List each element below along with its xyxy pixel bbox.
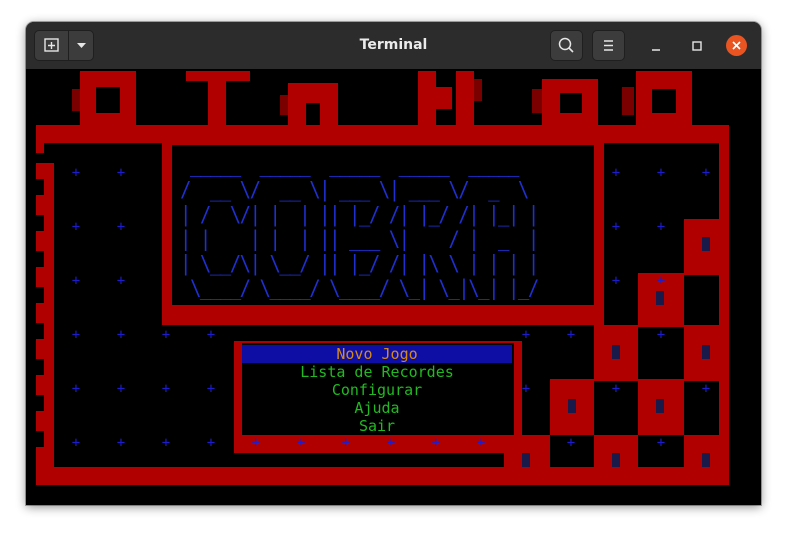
title-bar: Terminal [26, 22, 761, 70]
grid-plus-marker: + [701, 165, 711, 181]
maximize-icon [692, 41, 702, 51]
minimize-icon [652, 49, 660, 51]
menu-button[interactable] [592, 30, 625, 61]
terminal-window: Terminal _____ _____ _____ _____ _____ /… [26, 22, 761, 505]
maximize-button[interactable] [687, 36, 707, 56]
grid-plus-marker: + [701, 381, 711, 397]
menu-item-configurar[interactable]: Configurar [242, 381, 512, 399]
menu-item-sair[interactable]: Sair [242, 417, 512, 435]
grid-plus-marker: + [296, 435, 306, 451]
grid-plus-marker: + [656, 219, 666, 235]
grid-plus-marker: + [161, 381, 171, 397]
grid-plus-marker: + [566, 435, 576, 451]
grid-plus-marker: + [566, 327, 576, 343]
grid-plus-marker: + [116, 219, 126, 235]
grid-plus-marker: + [71, 381, 81, 397]
grid-plus-marker: + [521, 327, 531, 343]
grid-plus-marker: + [116, 327, 126, 343]
terminal-area[interactable]: _____ _____ _____ _____ _____ / __ \/ __… [26, 69, 761, 505]
grid-plus-marker: + [431, 435, 441, 451]
menu-item-ajuda[interactable]: Ajuda [242, 399, 512, 417]
search-button[interactable] [550, 30, 583, 61]
grid-plus-marker: + [71, 273, 81, 289]
menu-item-novo-jogo[interactable]: Novo Jogo [242, 345, 512, 363]
grid-plus-marker: + [71, 435, 81, 451]
grid-plus-marker: + [71, 219, 81, 235]
grid-plus-marker: + [611, 273, 621, 289]
frame-right [719, 125, 729, 485]
grid-plus-marker: + [656, 273, 666, 289]
grid-plus-marker: + [206, 435, 216, 451]
grid-plus-marker: + [611, 165, 621, 181]
grid-plus-marker: + [251, 435, 261, 451]
grid-plus-marker: + [656, 327, 666, 343]
logo-panel: _____ _____ _____ _____ _____ / __ \/ __… [172, 145, 594, 305]
grid-plus-marker: + [386, 435, 396, 451]
grid-plus-marker: + [116, 381, 126, 397]
grid-plus-marker: + [611, 381, 621, 397]
grid-plus-marker: + [521, 381, 531, 397]
grid-plus-marker: + [116, 273, 126, 289]
grid-plus-marker: + [476, 435, 486, 451]
search-icon [558, 37, 574, 53]
grid-plus-marker: + [611, 219, 621, 235]
grid-plus-marker: + [161, 327, 171, 343]
minimize-button[interactable] [646, 36, 666, 56]
grid-plus-marker: + [656, 435, 666, 451]
cobra-ascii-logo: _____ _____ _____ _____ _____ / __ \/ __… [180, 153, 539, 301]
grid-plus-marker: + [116, 435, 126, 451]
grid-plus-marker: + [206, 381, 216, 397]
grid-plus-marker: + [341, 435, 351, 451]
main-menu: Novo Jogo Lista de Recordes Configurar A… [242, 343, 514, 435]
grid-plus-marker: + [71, 165, 81, 181]
grid-plus-marker: + [116, 165, 126, 181]
close-button[interactable] [726, 35, 747, 56]
grid-plus-marker: + [206, 327, 216, 343]
grid-plus-marker: + [656, 165, 666, 181]
hamburger-menu-icon [604, 40, 613, 51]
grid-plus-marker: + [71, 327, 81, 343]
menu-item-lista-de-recordes[interactable]: Lista de Recordes [242, 363, 512, 381]
grid-plus-marker: + [161, 435, 171, 451]
close-icon [732, 41, 741, 50]
